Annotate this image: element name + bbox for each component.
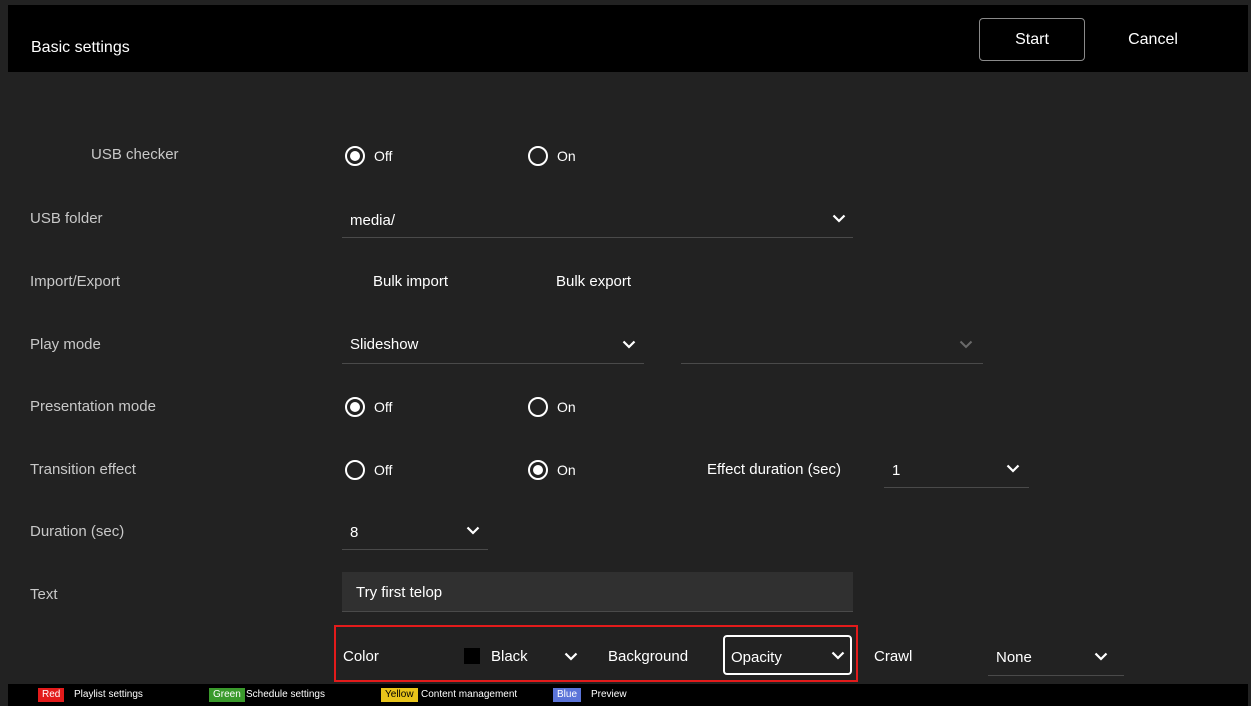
- usb-folder-select[interactable]: media/: [342, 200, 853, 238]
- import-export-label: Import/Export: [30, 273, 121, 290]
- usb-checker-label: USB checker: [91, 146, 179, 163]
- transition-effect-label: Transition effect: [30, 461, 136, 478]
- text-input-value: Try first telop: [356, 584, 443, 601]
- crawl-select[interactable]: None: [988, 636, 1124, 676]
- usb-checker-off-label: Off: [374, 148, 393, 164]
- usb-folder-value: media/: [350, 212, 396, 229]
- radio-unchecked-icon: [345, 460, 365, 480]
- presentation-mode-off-radio[interactable]: Off: [345, 397, 392, 417]
- radio-checked-icon: [345, 146, 365, 166]
- transition-effect-on-radio[interactable]: On: [528, 460, 576, 480]
- text-input[interactable]: Try first telop: [342, 572, 853, 612]
- play-mode-value: Slideshow: [350, 336, 419, 353]
- header-bar: Basic settings Start Cancel: [8, 5, 1248, 72]
- effect-duration-select[interactable]: 1: [884, 450, 1029, 488]
- playlist-settings-hint[interactable]: Playlist settings: [74, 689, 143, 700]
- color-select[interactable]: Black: [456, 636, 588, 676]
- preview-hint[interactable]: Preview: [591, 689, 627, 700]
- duration-label: Duration (sec): [30, 523, 125, 540]
- radio-unchecked-icon: [528, 397, 548, 417]
- color-label: Color: [343, 648, 379, 665]
- duration-select[interactable]: 8: [342, 512, 488, 550]
- bulk-export-button[interactable]: Bulk export: [556, 273, 631, 290]
- chevron-down-icon: [959, 340, 973, 349]
- content-management-hint[interactable]: Content management: [421, 689, 517, 700]
- blue-key-badge: Blue: [553, 688, 582, 702]
- color-value: Black: [491, 648, 528, 665]
- footer-bar: Red Playlist settings Green Schedule set…: [8, 684, 1248, 706]
- radio-checked-icon: [528, 460, 548, 480]
- presentation-mode-off-label: Off: [374, 399, 393, 415]
- duration-value: 8: [350, 524, 359, 541]
- background-label: Background: [608, 648, 689, 665]
- chevron-down-icon: [466, 526, 480, 535]
- play-mode-secondary-select: [681, 326, 983, 364]
- chevron-down-icon: [1094, 652, 1108, 661]
- chevron-down-icon: [564, 652, 578, 661]
- usb-folder-label: USB folder: [30, 210, 103, 227]
- presentation-mode-on-label: On: [557, 399, 576, 415]
- chevron-down-icon: [1006, 464, 1020, 473]
- play-mode-select[interactable]: Slideshow: [342, 326, 644, 364]
- presentation-mode-on-radio[interactable]: On: [528, 397, 576, 417]
- transition-effect-off-label: Off: [374, 462, 393, 478]
- usb-checker-off-radio[interactable]: Off: [345, 146, 392, 166]
- crawl-label: Crawl: [874, 648, 913, 665]
- chevron-down-icon: [831, 651, 845, 660]
- schedule-settings-hint[interactable]: Schedule settings: [246, 689, 325, 700]
- transition-effect-on-label: On: [557, 462, 576, 478]
- effect-duration-value: 1: [892, 462, 901, 479]
- start-button[interactable]: Start: [979, 18, 1085, 61]
- presentation-mode-label: Presentation mode: [30, 398, 156, 415]
- background-value: Opacity: [731, 649, 782, 666]
- green-key-badge: Green: [209, 688, 245, 702]
- text-label: Text: [30, 586, 58, 603]
- usb-checker-on-radio[interactable]: On: [528, 146, 576, 166]
- red-key-badge: Red: [38, 688, 65, 702]
- play-mode-label: Play mode: [30, 336, 101, 353]
- chevron-down-icon: [832, 214, 846, 223]
- page-title: Basic settings: [31, 39, 130, 56]
- bulk-import-button[interactable]: Bulk import: [373, 273, 448, 290]
- usb-checker-on-label: On: [557, 148, 576, 164]
- cancel-button[interactable]: Cancel: [1098, 18, 1208, 61]
- radio-unchecked-icon: [528, 146, 548, 166]
- background-select[interactable]: Opacity: [723, 635, 852, 675]
- effect-duration-label: Effect duration (sec): [707, 461, 841, 478]
- radio-checked-icon: [345, 397, 365, 417]
- crawl-value: None: [996, 649, 1032, 666]
- transition-effect-off-radio[interactable]: Off: [345, 460, 392, 480]
- yellow-key-badge: Yellow: [381, 688, 418, 702]
- chevron-down-icon: [622, 340, 636, 349]
